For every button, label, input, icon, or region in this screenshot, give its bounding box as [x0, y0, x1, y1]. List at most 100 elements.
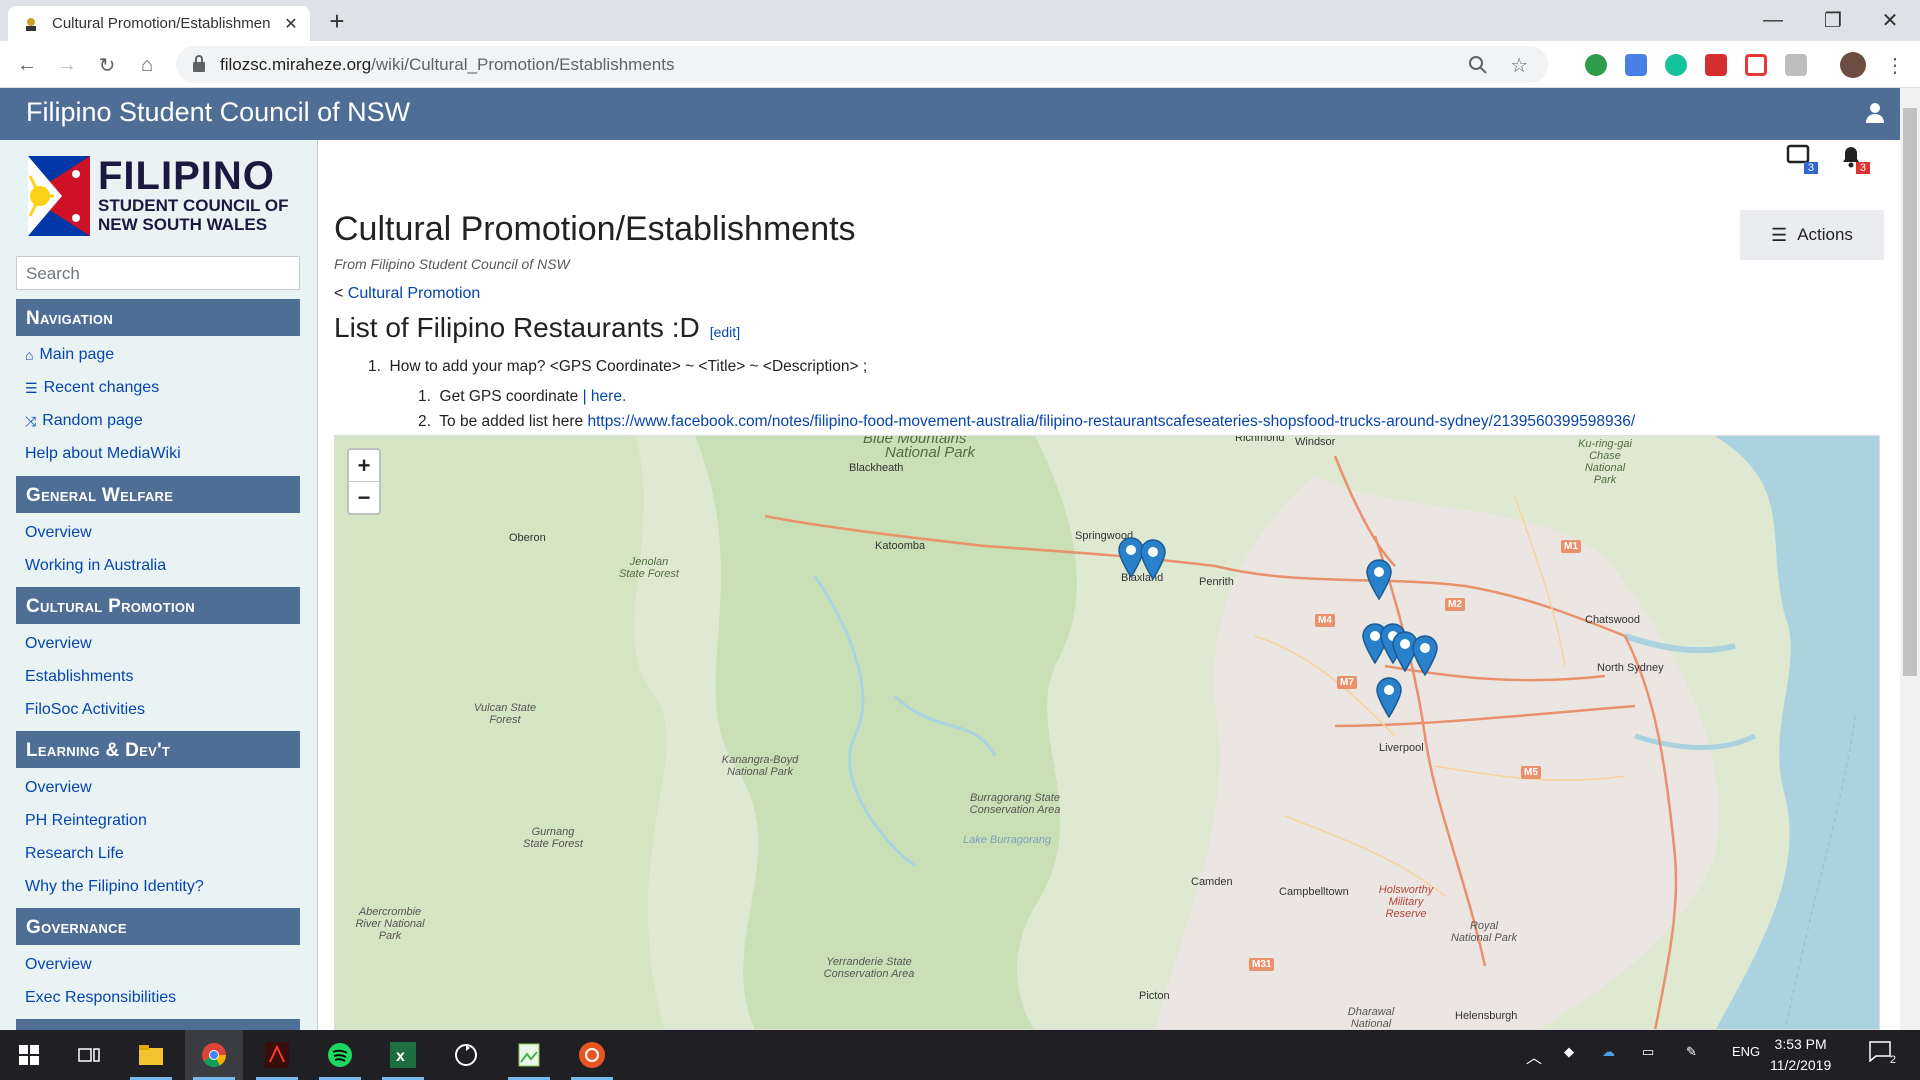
sidebar-item-random-page[interactable]: ⤨ Random page: [25, 412, 143, 430]
search-input[interactable]: Search: [16, 256, 300, 290]
acrobat-icon[interactable]: [248, 1030, 306, 1080]
section-title: Navigation: [26, 308, 114, 329]
image-app-icon[interactable]: [500, 1030, 558, 1080]
map-marker[interactable]: [1411, 634, 1439, 676]
sync-app-icon[interactable]: [437, 1030, 495, 1080]
onedrive-icon[interactable]: ☁: [1602, 1044, 1615, 1060]
actions-button[interactable]: ☰ Actions: [1740, 210, 1884, 260]
sidebar-item-working-in-australia[interactable]: Working in Australia: [25, 557, 166, 575]
facebook-list-link[interactable]: https://www.facebook.com/notes/filipino-…: [587, 413, 1635, 430]
clock[interactable]: 3:53 PM 11/2/2019: [1770, 1034, 1831, 1076]
battery-icon[interactable]: ▭: [1642, 1044, 1654, 1060]
map-marker[interactable]: [1139, 538, 1167, 580]
sidebar-item-exec-responsibilities[interactable]: Exec Responsibilities: [25, 989, 176, 1007]
sidebar-item-gov-overview[interactable]: Overview: [25, 956, 92, 974]
language-indicator[interactable]: ENG: [1732, 1044, 1760, 1059]
clock-date: 11/2/2019: [1770, 1057, 1832, 1073]
gps-here-link[interactable]: here.: [591, 388, 626, 405]
sidebar-item-gw-overview[interactable]: Overview: [25, 524, 92, 542]
site-name[interactable]: Filipino Student Council of NSW: [26, 97, 410, 128]
sidebar-item-ld-overview[interactable]: Overview: [25, 779, 92, 797]
browser-toolbar: ← → ↻ ⌂ filozsc.miraheze.org/wiki/Cultur…: [0, 41, 1920, 88]
section-general-welfare: General Welfare: [16, 476, 300, 513]
lock-icon: [193, 55, 205, 72]
reload-icon[interactable]: ↻: [90, 48, 124, 82]
action-center-icon[interactable]: 2: [1868, 1040, 1896, 1066]
bookmark-star-icon[interactable]: ☆: [1510, 53, 1528, 78]
task-view-icon[interactable]: [60, 1030, 118, 1080]
home-icon[interactable]: ⌂: [130, 48, 164, 82]
back-icon[interactable]: ←: [10, 48, 44, 82]
windows-start-icon[interactable]: [0, 1030, 58, 1080]
page-scrollbar[interactable]: [1900, 88, 1920, 1030]
map-zoom-control: + −: [347, 448, 381, 515]
sidebar-item-ph-reintegration[interactable]: PH Reintegration: [25, 812, 147, 830]
browser-menu-icon[interactable]: ⋮: [1878, 48, 1912, 82]
zoom-icon[interactable]: [1468, 55, 1488, 75]
address-bar[interactable]: filozsc.miraheze.org/wiki/Cultural_Promo…: [176, 46, 1548, 83]
main-content: 3 3 Cultural Promotion/Establishments ☰ …: [318, 140, 1900, 1030]
grammarly-extension-icon[interactable]: [1665, 54, 1687, 76]
map-marker[interactable]: [1365, 558, 1393, 600]
list-item-text: Get GPS coordinate: [439, 388, 579, 405]
dropbox-icon[interactable]: ◆: [1564, 1044, 1574, 1060]
zoom-out-button[interactable]: −: [349, 482, 379, 514]
map-label: Gurnang State Forest: [523, 826, 583, 850]
map-label: Abercrombie River National Park: [355, 906, 425, 942]
new-tab-button[interactable]: +: [320, 6, 354, 36]
breadcrumb-link[interactable]: Cultural Promotion: [348, 285, 481, 302]
extension-grey-icon[interactable]: [1785, 54, 1807, 76]
sidebar-item-cp-overview[interactable]: Overview: [25, 635, 92, 653]
road-shield: M4: [1315, 614, 1335, 627]
file-explorer-icon[interactable]: [122, 1030, 180, 1080]
map-label: Holsworthy Military Reserve: [1378, 884, 1434, 920]
restore-icon[interactable]: ❐: [1803, 0, 1863, 40]
extension-cross-icon[interactable]: [1745, 54, 1767, 76]
map-label: Katoomba: [875, 540, 926, 552]
section-learning: Learning & Dev't: [16, 731, 300, 768]
chrome-icon[interactable]: [185, 1030, 243, 1080]
wiki-header: Filipino Student Council of NSW: [0, 88, 1900, 140]
sidebar-item-main-page[interactable]: ⌂ Main page: [25, 346, 114, 364]
site-logo[interactable]: FILIPINO STUDENT COUNCIL OF NEW SOUTH WA…: [28, 156, 298, 236]
edit-section-link[interactable]: [edit]: [710, 324, 740, 340]
profile-avatar[interactable]: [1840, 52, 1866, 78]
site-favicon-icon: [26, 17, 36, 31]
sidebar-item-establishments[interactable]: Establishments: [25, 668, 134, 686]
sidebar-item-research-life[interactable]: Research Life: [25, 845, 124, 863]
map-label: Camden: [1191, 876, 1233, 888]
sidebar-item-recent-changes[interactable]: ☰ Recent changes: [25, 379, 159, 397]
svg-text:x: x: [396, 1048, 405, 1065]
close-window-icon[interactable]: ✕: [1860, 0, 1920, 40]
spotify-icon[interactable]: [311, 1030, 369, 1080]
map-tiles[interactable]: [335, 436, 1880, 1030]
messages-icon[interactable]: 3: [1786, 144, 1818, 174]
map-label: Dharawal National: [1347, 1006, 1395, 1030]
alerts-count-badge: 3: [1855, 162, 1870, 174]
logo-text-2: STUDENT COUNCIL OF: [98, 196, 289, 215]
user-icon[interactable]: [1866, 102, 1884, 124]
extension-red-icon[interactable]: [1705, 54, 1727, 76]
minimize-icon[interactable]: —: [1743, 0, 1803, 40]
notification-count: 2: [1889, 1054, 1896, 1066]
translate-extension-icon[interactable]: [1625, 54, 1647, 76]
sidebar-item-filosoc-activities[interactable]: FiloSoc Activities: [25, 701, 145, 719]
tab-close-icon[interactable]: ✕: [282, 14, 300, 34]
map-marker[interactable]: [1375, 676, 1403, 718]
excel-icon[interactable]: x: [374, 1030, 432, 1080]
pen-icon[interactable]: ✎: [1686, 1044, 1697, 1060]
zoom-in-button[interactable]: +: [349, 450, 379, 482]
road-shield: M2: [1445, 598, 1465, 611]
ubuntu-icon[interactable]: [563, 1030, 621, 1080]
evernote-extension-icon[interactable]: [1585, 54, 1607, 76]
browser-tab[interactable]: Cultural Promotion/Establishmen ✕: [8, 6, 310, 41]
messages-count-badge: 3: [1803, 162, 1818, 174]
forward-icon[interactable]: →: [50, 48, 84, 82]
tray-chevron-icon[interactable]: ︿: [1526, 1044, 1542, 1068]
scrollbar-thumb[interactable]: [1903, 108, 1917, 676]
sidebar-item-help[interactable]: Help about MediaWiki: [25, 445, 181, 463]
sidebar-item-filipino-identity[interactable]: Why the Filipino Identity?: [25, 878, 204, 896]
page-title: Cultural Promotion/Establishments: [334, 210, 856, 248]
restaurant-map[interactable]: + − Blue Mountains National Park Richmon…: [334, 435, 1880, 1030]
alerts-bell-icon[interactable]: 3: [1838, 144, 1870, 174]
